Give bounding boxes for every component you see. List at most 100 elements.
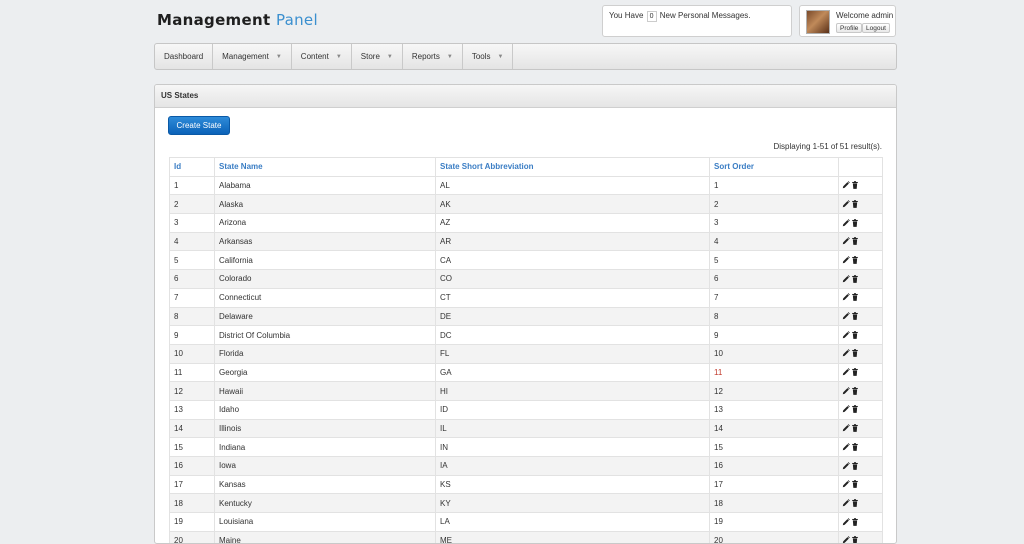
logout-button[interactable]: Logout [862,23,890,33]
cell-abbreviation: KS [435,474,710,495]
delete-icon[interactable] [851,517,859,527]
cell-abbreviation: GA [435,362,710,383]
cell-state-name: Louisiana [214,512,436,532]
nav-content[interactable]: Content ▼ [292,44,352,69]
nav-reports[interactable]: Reports ▼ [403,44,463,69]
delete-icon[interactable] [851,274,859,284]
edit-icon[interactable] [842,274,850,284]
table-row: 2 Alaska AK 2 [169,194,883,215]
cell-id: 13 [169,399,215,420]
cell-actions [838,287,883,308]
cell-actions [838,399,883,420]
edit-icon[interactable] [842,237,850,246]
delete-icon[interactable] [851,386,859,396]
column-header-sort-order[interactable]: Sort Order [709,157,839,177]
cell-abbreviation: IA [435,456,710,476]
delete-icon[interactable] [851,499,859,508]
cell-abbreviation: AR [435,231,710,252]
edit-icon[interactable] [842,499,850,508]
table-row: 20 Maine ME 20 [169,530,883,543]
cell-sort-order: 3 [709,213,839,233]
cell-state-name: Georgia [214,362,436,383]
welcome-text: Welcome admin [836,11,894,20]
cell-sort-order: 2 [709,194,839,215]
delete-icon[interactable] [851,200,859,209]
cell-actions [838,175,883,196]
cell-abbreviation: IL [435,418,710,439]
delete-icon[interactable] [851,312,859,321]
delete-icon[interactable] [851,405,859,414]
cell-actions [838,493,883,514]
edit-icon[interactable] [842,405,850,414]
cell-state-name: Illinois [214,418,436,439]
cell-abbreviation: FL [435,343,710,364]
table-row: 11 Georgia GA 11 [169,362,883,383]
cell-state-name: Florida [214,343,436,364]
nav-store[interactable]: Store ▼ [352,44,403,69]
delete-icon[interactable] [851,536,859,543]
nav-management[interactable]: Management ▼ [213,44,292,69]
edit-icon[interactable] [842,461,850,471]
create-state-button[interactable]: Create State [168,116,230,135]
edit-icon[interactable] [842,368,850,377]
edit-icon[interactable] [842,312,850,321]
delete-icon[interactable] [851,461,859,471]
cell-state-name: Indiana [214,437,436,457]
delete-icon[interactable] [851,218,859,228]
column-header-abbreviation[interactable]: State Short Abbreviation [435,157,710,177]
nav-tools[interactable]: Tools ▼ [463,44,514,69]
column-header-state-name[interactable]: State Name [214,157,436,177]
panel-title: US States [155,85,896,108]
edit-icon[interactable] [842,443,850,452]
delete-icon[interactable] [851,480,859,489]
edit-icon[interactable] [842,349,850,358]
delete-icon[interactable] [851,237,859,246]
table-row: 1 Alabama AL 1 [169,175,883,196]
delete-icon[interactable] [851,293,859,302]
edit-icon[interactable] [842,386,850,396]
chevron-down-icon: ▼ [497,53,504,60]
edit-icon[interactable] [842,480,850,489]
delete-icon[interactable] [851,443,859,452]
cell-abbreviation: KY [435,493,710,514]
edit-icon[interactable] [842,218,850,228]
edit-icon[interactable] [842,293,850,302]
messages-count[interactable]: 0 [646,11,657,22]
cell-abbreviation: ME [435,530,710,543]
app-logo[interactable]: Management Panel [157,11,318,29]
delete-icon[interactable] [851,330,859,340]
column-header-id[interactable]: Id [169,157,215,177]
cell-actions [838,381,883,401]
states-panel: US States Create State Displaying 1-51 o… [154,84,897,544]
cell-id: 17 [169,474,215,495]
delete-icon[interactable] [851,181,859,190]
edit-icon[interactable] [842,517,850,527]
profile-button[interactable]: Profile [836,23,863,33]
edit-icon[interactable] [842,200,850,209]
column-header-actions [838,157,883,177]
cell-state-name: Maine [214,530,436,543]
cell-sort-order: 15 [709,437,839,457]
cell-state-name: Kentucky [214,493,436,514]
edit-icon[interactable] [842,536,850,543]
cell-abbreviation: AL [435,175,710,196]
nav-dashboard[interactable]: Dashboard [155,44,214,69]
cell-actions [838,512,883,532]
delete-icon[interactable] [851,368,859,377]
edit-icon[interactable] [842,256,850,265]
cell-actions [838,474,883,495]
table-row: 17 Kansas KS 17 [169,474,883,495]
delete-icon[interactable] [851,256,859,265]
cell-abbreviation: DC [435,325,710,345]
edit-icon[interactable] [842,330,850,340]
table-row: 18 Kentucky KY 18 [169,493,883,514]
delete-icon[interactable] [851,349,859,358]
cell-state-name: Kansas [214,474,436,495]
cell-sort-order: 14 [709,418,839,439]
cell-id: 5 [169,250,215,271]
delete-icon[interactable] [851,424,859,433]
edit-icon[interactable] [842,181,850,190]
edit-icon[interactable] [842,424,850,433]
cell-actions [838,213,883,233]
cell-state-name: Iowa [214,456,436,476]
